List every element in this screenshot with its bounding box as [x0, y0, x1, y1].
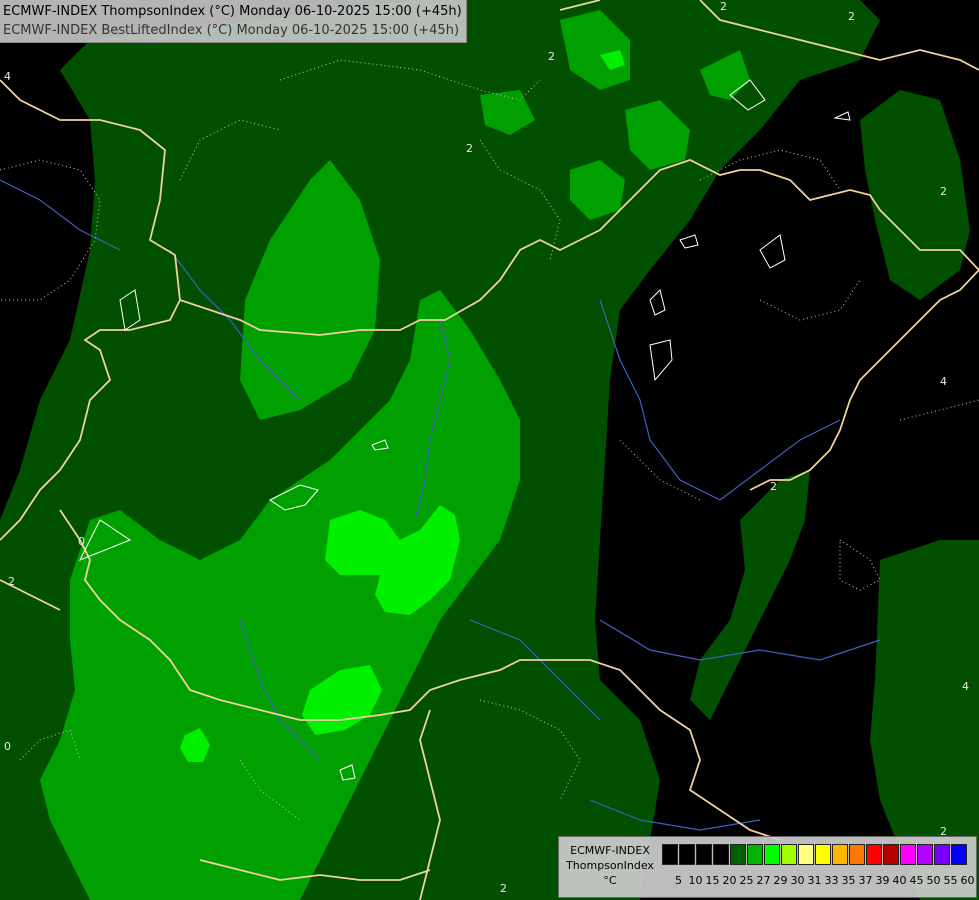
- map-title-box: ECMWF-INDEX ThompsonIndex (°C) Monday 06…: [0, 0, 467, 43]
- contour-label: 2: [848, 10, 855, 23]
- contour-label: 2: [466, 142, 473, 155]
- legend-swatch: [866, 844, 882, 865]
- legend-tick-label: 27: [756, 874, 771, 887]
- legend-tick-label: 35: [841, 874, 856, 887]
- legend-swatches: [662, 844, 968, 865]
- legend-tick-label: 60: [960, 874, 975, 887]
- legend-tick-label: 20: [722, 874, 737, 887]
- legend-tick-label: 30: [790, 874, 805, 887]
- legend-swatch: [679, 844, 695, 865]
- legend-tick-label: 39: [875, 874, 890, 887]
- legend-ticks: 5 10 15 20 25 27 29 30 31 33 35 37 39 40 45 50 55 60: [662, 874, 975, 888]
- legend-tick-label: 29: [773, 874, 788, 887]
- legend-tick-label: 15: [705, 874, 720, 887]
- legend-swatch: [951, 844, 967, 865]
- legend-unit: °C: [603, 874, 617, 887]
- legend-swatch: [730, 844, 746, 865]
- contour-label: 4: [940, 375, 947, 388]
- legend-tick-label: 50: [926, 874, 941, 887]
- contour-label: 2: [720, 0, 727, 13]
- legend-swatch: [781, 844, 797, 865]
- contour-label: 4: [962, 680, 969, 693]
- legend-swatch: [662, 844, 678, 865]
- contour-label: 2: [770, 480, 777, 493]
- legend-swatch: [900, 844, 916, 865]
- legend-tick-label: 33: [824, 874, 839, 887]
- legend-tick-label: 40: [892, 874, 907, 887]
- contour-label: 2: [500, 882, 507, 895]
- legend-swatch: [934, 844, 950, 865]
- contour-label: 2: [548, 50, 555, 63]
- legend-swatch: [747, 844, 763, 865]
- legend-swatch: [798, 844, 814, 865]
- legend-swatch: [883, 844, 899, 865]
- map-viewer: 2 2 2 2 2 2 2 4 4 4 0 0 2 2 ECMWF-INDEX …: [0, 0, 979, 900]
- contour-label: 0: [78, 535, 85, 548]
- legend-swatch: [917, 844, 933, 865]
- contour-label: 0: [4, 740, 11, 753]
- weather-map: 2 2 2 2 2 2 2 4 4 4 0 0 2 2: [0, 0, 979, 900]
- legend-swatch: [713, 844, 729, 865]
- contour-label: 4: [4, 70, 11, 83]
- legend-swatch: [832, 844, 848, 865]
- legend-tick-label: 25: [739, 874, 754, 887]
- map-title-secondary: ECMWF-INDEX BestLiftedIndex (°C) Monday …: [3, 23, 460, 38]
- legend-parameter: ThompsonIndex: [566, 859, 654, 872]
- legend-tick-label: 5: [675, 874, 682, 887]
- legend-label: ECMWF-INDEX ThompsonIndex °C: [561, 843, 659, 888]
- legend-tick-label: 31: [807, 874, 822, 887]
- map-title-primary: ECMWF-INDEX ThompsonIndex (°C) Monday 06…: [3, 4, 462, 19]
- legend-tick-label: 55: [943, 874, 958, 887]
- legend-swatch: [696, 844, 712, 865]
- legend-model: ECMWF-INDEX: [570, 844, 650, 857]
- color-legend: ECMWF-INDEX ThompsonIndex °C 5 10 15 20 25 27…: [558, 836, 977, 898]
- contour-label: 2: [8, 575, 15, 588]
- legend-swatch: [849, 844, 865, 865]
- legend-tick-label: 45: [909, 874, 924, 887]
- legend-swatch: [815, 844, 831, 865]
- contour-label: 2: [940, 185, 947, 198]
- legend-tick-label: 10: [688, 874, 703, 887]
- legend-swatch: [764, 844, 780, 865]
- legend-tick-label: 37: [858, 874, 873, 887]
